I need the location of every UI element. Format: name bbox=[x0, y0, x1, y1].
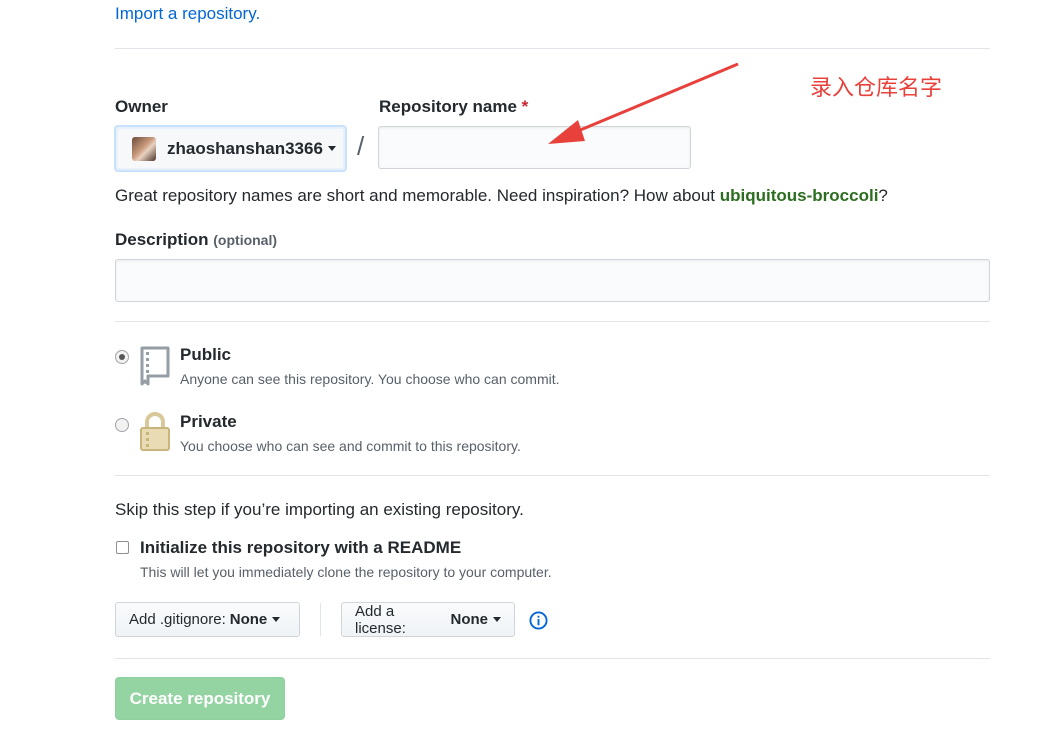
annotation-text: 录入仓库名字 bbox=[810, 76, 943, 101]
arrow-annotation bbox=[548, 62, 739, 144]
